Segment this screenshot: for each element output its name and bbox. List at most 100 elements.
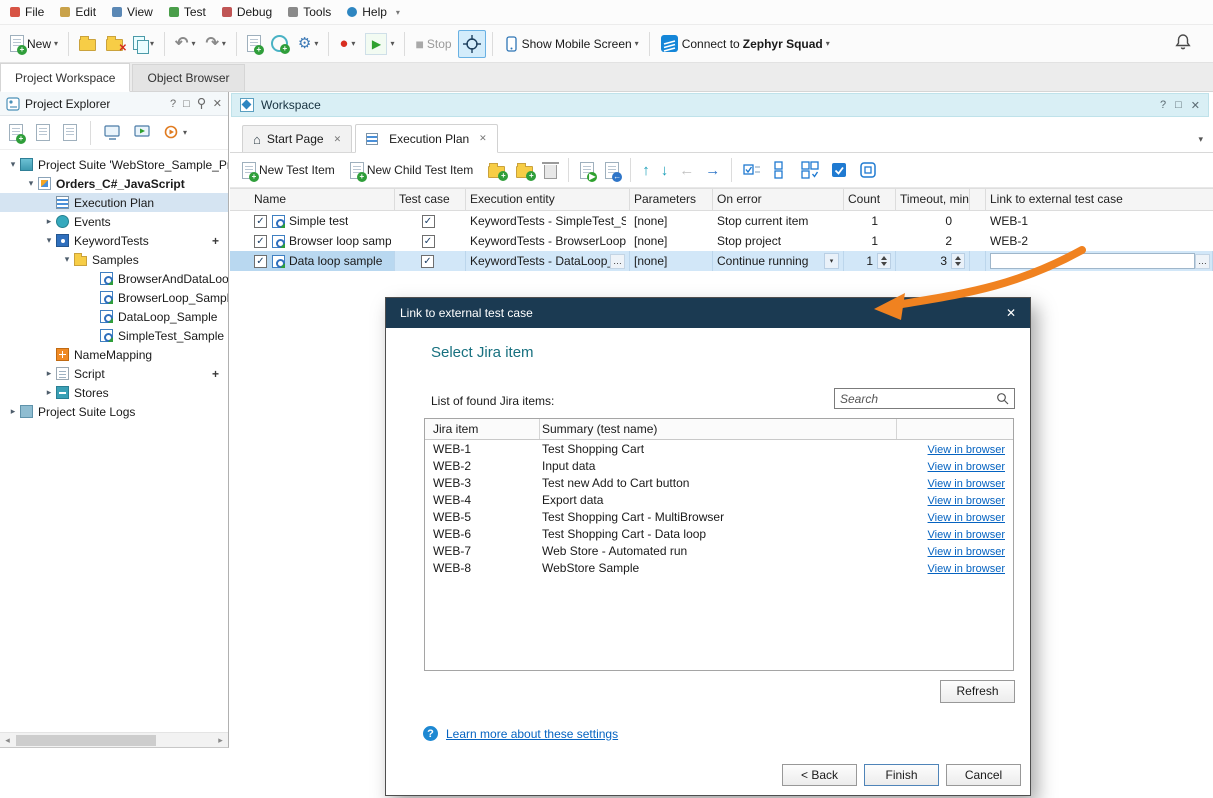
tab-start-page[interactable]: ⌂ Start Page ✕ <box>242 125 352 152</box>
menu-debug[interactable]: Debug <box>214 1 280 23</box>
expand-icon[interactable]: ▸ <box>42 387 56 398</box>
column-header-on-error[interactable]: On error <box>713 189 844 210</box>
add-script-button[interactable]: + <box>212 367 219 381</box>
jira-row[interactable]: WEB-7Web Store - Automated runView in br… <box>425 542 1013 559</box>
column-header-summary[interactable]: Summary (test name) <box>540 419 897 439</box>
run-button[interactable]: ▶▾ <box>361 30 398 58</box>
check-selected-button[interactable] <box>826 156 852 184</box>
column-header-parameters[interactable]: Parameters <box>630 189 713 210</box>
tree-item-keywordtests[interactable]: ▾KeywordTests+ <box>0 231 228 250</box>
delete-item-button[interactable] <box>540 156 561 184</box>
menu-edit[interactable]: Edit <box>52 1 104 23</box>
open-item-button[interactable] <box>59 119 81 147</box>
tree-item-samples[interactable]: ▾Samples <box>0 250 228 269</box>
dialog-title-bar[interactable]: Link to external test case ✕ <box>386 298 1030 328</box>
panel-float-button[interactable]: □ <box>183 98 190 110</box>
grid-row-browser-loop[interactable]: ✓Browser loop sample ✓ KeywordTests - Br… <box>230 231 1213 251</box>
view-in-browser-link[interactable]: View in browser <box>928 478 1005 490</box>
tab-execution-plan[interactable]: Execution Plan ✕ <box>355 124 498 153</box>
link-picker-button[interactable]: … <box>1195 254 1210 269</box>
column-header-timeout[interactable]: Timeout, min <box>896 189 970 210</box>
close-project-button[interactable]: ✕ <box>102 30 127 58</box>
menu-file[interactable]: File <box>2 1 52 23</box>
menu-view[interactable]: View <box>104 1 161 23</box>
scroll-right-button[interactable]: ▸ <box>213 735 228 746</box>
indent-button[interactable]: → <box>701 156 724 184</box>
tree-item-simpletest[interactable]: SimpleTest_Sample <box>0 326 228 345</box>
check-group-button[interactable] <box>797 156 823 184</box>
tree-item-project[interactable]: ▾Orders_C#_JavaScript <box>0 174 228 193</box>
finish-button[interactable]: Finish <box>864 764 939 786</box>
refresh-button[interactable]: Refresh <box>940 680 1015 703</box>
view-in-browser-link[interactable]: View in browser <box>928 546 1005 558</box>
menu-overflow-caret[interactable]: ▾ <box>396 8 400 17</box>
import-button[interactable]: ← <box>601 156 623 184</box>
test-case-checkbox[interactable]: ✓ <box>421 255 434 268</box>
tab-object-browser[interactable]: Object Browser <box>132 64 244 91</box>
tab-project-workspace[interactable]: Project Workspace <box>0 63 130 92</box>
view-in-browser-link[interactable]: View in browser <box>928 495 1005 507</box>
record-button[interactable]: ●▾ <box>335 30 359 58</box>
menu-test[interactable]: Test <box>161 1 214 23</box>
notifications-button[interactable] <box>1173 32 1193 55</box>
paste-item-button[interactable]: + <box>512 156 537 184</box>
tree-item-browserloop[interactable]: BrowserLoop_Sample <box>0 288 228 307</box>
on-error-dropdown[interactable]: ▾ <box>824 253 839 269</box>
view-in-browser-link[interactable]: View in browser <box>928 461 1005 473</box>
column-header-link[interactable]: Link to external test case <box>986 189 1213 210</box>
grid-row-data-loop-selected[interactable]: ✓Data loop sample ✓ KeywordTests - DataL… <box>230 251 1213 271</box>
tree-item-events[interactable]: ▸Events <box>0 212 228 231</box>
close-tab-icon[interactable]: ✕ <box>479 133 487 144</box>
learn-more-link[interactable]: Learn more about these settings <box>446 727 618 741</box>
expand-icon[interactable]: ▾ <box>24 178 38 189</box>
new-button[interactable]: + New ▾ <box>6 30 62 58</box>
expand-icon[interactable]: ▾ <box>60 254 74 265</box>
expand-icon[interactable]: ▸ <box>6 406 20 417</box>
panel-help-button[interactable]: ? <box>170 98 176 110</box>
column-header-execution-entity[interactable]: Execution entity <box>466 189 630 210</box>
outdent-button[interactable]: ← <box>675 156 698 184</box>
grid-row-simple-test[interactable]: ✓Simple test ✓ KeywordTests - SimpleTest… <box>230 211 1213 231</box>
scrollbar-thumb[interactable] <box>16 735 156 746</box>
uncheck-all-button[interactable] <box>768 156 794 184</box>
tree-item-project-suite-logs[interactable]: ▸Project Suite Logs <box>0 402 228 421</box>
check-all-button[interactable] <box>739 156 765 184</box>
add-new-item-button[interactable]: + <box>5 119 27 147</box>
entity-picker-button[interactable]: … <box>610 254 625 269</box>
expand-icon[interactable]: ▾ <box>42 235 56 246</box>
jira-row[interactable]: WEB-5Test Shopping Cart - MultiBrowserVi… <box>425 508 1013 525</box>
jira-row[interactable]: WEB-8WebStore SampleView in browser <box>425 559 1013 576</box>
scroll-left-button[interactable]: ◂ <box>0 735 15 746</box>
connect-to-zephyr-button[interactable]: Connect to Zephyr Squad ▾ <box>656 30 834 58</box>
column-header-test-case[interactable]: Test case <box>395 189 466 210</box>
row-checkbox[interactable]: ✓ <box>254 255 267 268</box>
jira-row[interactable]: WEB-6Test Shopping Cart - Data loopView … <box>425 525 1013 542</box>
panel-close-button[interactable]: ✕ <box>213 97 222 110</box>
stop-button[interactable]: ■Stop <box>411 30 455 58</box>
panel-pin-button[interactable] <box>197 98 206 109</box>
close-tab-icon[interactable]: ✕ <box>334 134 342 145</box>
test-case-checkbox[interactable]: ✓ <box>422 215 435 228</box>
jira-row[interactable]: WEB-4Export dataView in browser <box>425 491 1013 508</box>
jira-row[interactable]: WEB-2Input dataView in browser <box>425 457 1013 474</box>
menu-tools[interactable]: Tools <box>280 1 339 23</box>
search-input[interactable] <box>840 392 996 406</box>
point-and-fix-button[interactable] <box>458 30 486 58</box>
jira-row[interactable]: WEB-1Test Shopping CartView in browser <box>425 440 1013 457</box>
show-mobile-screen-button[interactable]: Show Mobile Screen ▾ <box>499 30 643 58</box>
expand-icon[interactable]: ▾ <box>6 159 20 170</box>
menu-help[interactable]: Help▾ <box>339 1 408 23</box>
test-case-checkbox[interactable]: ✓ <box>422 235 435 248</box>
tab-list-dropdown[interactable]: ▾ <box>1198 134 1203 145</box>
tree-item-browseranddataloop[interactable]: BrowserAndDataLoop_ <box>0 269 228 288</box>
tree-item-execution-plan[interactable]: Execution Plan <box>0 193 228 212</box>
count-spinner[interactable] <box>877 253 891 269</box>
workspace-close-button[interactable]: ✕ <box>1191 99 1200 112</box>
expand-icon[interactable]: ▸ <box>42 216 56 227</box>
jira-row[interactable]: WEB-3Test new Add to Cart buttonView in … <box>425 474 1013 491</box>
cancel-button[interactable]: Cancel <box>946 764 1021 786</box>
view-in-browser-link[interactable]: View in browser <box>928 512 1005 524</box>
back-button[interactable]: < Back <box>782 764 857 786</box>
row-checkbox[interactable]: ✓ <box>254 215 267 228</box>
save-copy-button[interactable]: ▾ <box>129 30 158 58</box>
